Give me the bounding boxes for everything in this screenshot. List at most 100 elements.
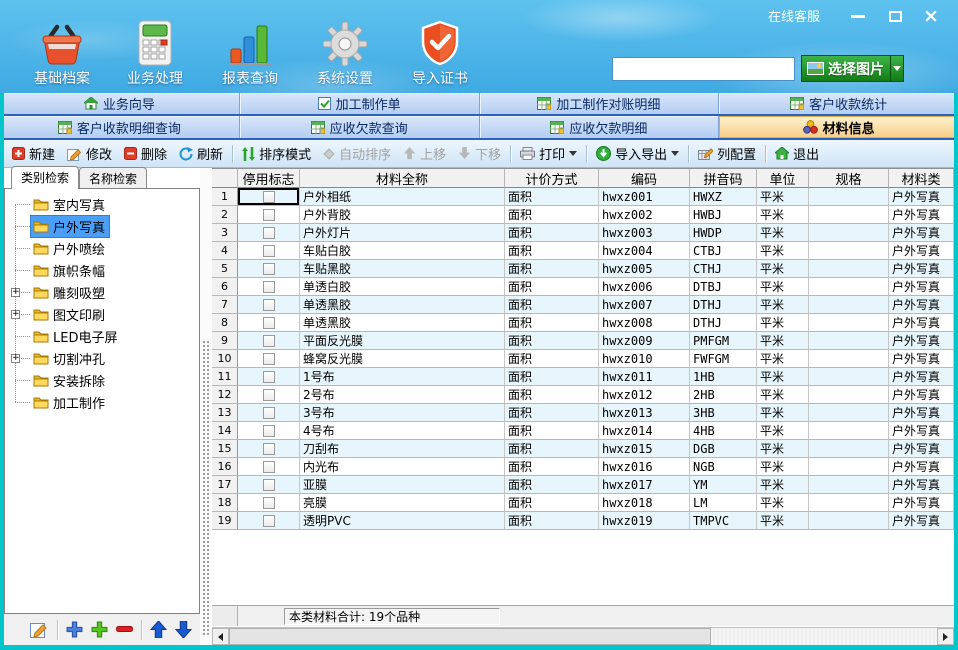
disable-flag-cell[interactable]	[238, 422, 300, 440]
table-row[interactable]: 13 3号布 面积 hwxz013 3HB 平米 户外写真	[212, 404, 954, 422]
material-category-cell[interactable]: 户外写真	[889, 206, 954, 224]
unit-cell[interactable]: 平米	[757, 422, 809, 440]
code-cell[interactable]: hwxz001	[599, 188, 690, 206]
material-category-cell[interactable]: 户外写真	[889, 188, 954, 206]
disable-flag-cell[interactable]	[238, 404, 300, 422]
disable-flag-cell[interactable]	[238, 368, 300, 386]
code-cell[interactable]: hwxz013	[599, 404, 690, 422]
pricing-method-cell[interactable]: 面积	[505, 242, 599, 260]
code-cell[interactable]: hwxz003	[599, 224, 690, 242]
pinyin-code-cell[interactable]: LM	[690, 494, 757, 512]
pinyin-code-cell[interactable]: PMFGM	[690, 332, 757, 350]
unit-cell[interactable]: 平米	[757, 404, 809, 422]
material-category-cell[interactable]: 户外写真	[889, 314, 954, 332]
header-spec[interactable]: 规格	[809, 169, 889, 188]
disable-flag-cell[interactable]	[238, 242, 300, 260]
move-up-button[interactable]: 上移	[397, 142, 452, 165]
spec-cell[interactable]	[809, 332, 889, 350]
tree-item[interactable]: + 切割冲孔	[5, 347, 199, 369]
pinyin-code-cell[interactable]: CTBJ	[690, 242, 757, 260]
table-row[interactable]: 19 透明PVC 面积 hwxz019 TMPVC 平米 户外写真	[212, 512, 954, 530]
disable-flag-cell[interactable]	[238, 440, 300, 458]
spec-cell[interactable]	[809, 314, 889, 332]
material-name-cell[interactable]: 亮膜	[300, 494, 505, 512]
tab-receivables-query[interactable]: 应收欠款查询	[240, 116, 480, 138]
material-name-cell[interactable]: 单透白胶	[300, 278, 505, 296]
material-category-cell[interactable]: 户外写真	[889, 332, 954, 350]
table-row[interactable]: 15 刀刮布 面积 hwxz015 DGB 平米 户外写真	[212, 440, 954, 458]
table-row[interactable]: 14 4号布 面积 hwxz014 4HB 平米 户外写真	[212, 422, 954, 440]
new-button[interactable]: 新建	[6, 142, 61, 165]
material-name-cell[interactable]: 4号布	[300, 422, 505, 440]
unit-cell[interactable]: 平米	[757, 188, 809, 206]
sidebar-splitter[interactable]	[200, 168, 212, 645]
nav-system-settings[interactable]: 系统设置	[297, 18, 393, 88]
code-cell[interactable]: hwxz015	[599, 440, 690, 458]
expand-plus-icon[interactable]: +	[11, 310, 20, 319]
pinyin-code-cell[interactable]: NGB	[690, 458, 757, 476]
material-name-cell[interactable]: 户外相纸	[300, 188, 505, 206]
material-category-cell[interactable]: 户外写真	[889, 224, 954, 242]
pricing-method-cell[interactable]: 面积	[505, 476, 599, 494]
nav-report-query[interactable]: 报表查询	[202, 18, 298, 88]
disable-flag-checkbox[interactable]	[263, 515, 275, 527]
tab-material-info[interactable]: 材料信息	[719, 116, 958, 138]
code-cell[interactable]: hwxz016	[599, 458, 690, 476]
pinyin-code-cell[interactable]: 2HB	[690, 386, 757, 404]
pinyin-code-cell[interactable]: 3HB	[690, 404, 757, 422]
tree-item-wrap[interactable]: 户外写真	[31, 216, 109, 237]
header-material-name[interactable]: 材料全称	[300, 169, 505, 188]
spec-cell[interactable]	[809, 368, 889, 386]
unit-cell[interactable]: 平米	[757, 512, 809, 530]
pricing-method-cell[interactable]: 面积	[505, 314, 599, 332]
disable-flag-cell[interactable]	[238, 386, 300, 404]
unit-cell[interactable]: 平米	[757, 368, 809, 386]
tree-item[interactable]: + 旗帜条幅	[5, 259, 199, 281]
disable-flag-checkbox[interactable]	[263, 281, 275, 293]
table-row[interactable]: 16 内光布 面积 hwxz016 NGB 平米 户外写真	[212, 458, 954, 476]
spec-cell[interactable]	[809, 350, 889, 368]
move-down-button[interactable]: 下移	[452, 142, 507, 165]
unit-cell[interactable]: 平米	[757, 260, 809, 278]
unit-cell[interactable]: 平米	[757, 296, 809, 314]
code-cell[interactable]: hwxz004	[599, 242, 690, 260]
disable-flag-checkbox[interactable]	[263, 209, 275, 221]
material-name-cell[interactable]: 亚膜	[300, 476, 505, 494]
pricing-method-cell[interactable]: 面积	[505, 260, 599, 278]
disable-flag-cell[interactable]	[238, 494, 300, 512]
close-button[interactable]: ×	[918, 6, 944, 26]
material-name-cell[interactable]: 车贴白胶	[300, 242, 505, 260]
disable-flag-cell[interactable]	[238, 314, 300, 332]
image-path-input[interactable]	[612, 57, 795, 81]
pinyin-code-cell[interactable]: TMPVC	[690, 512, 757, 530]
unit-cell[interactable]: 平米	[757, 314, 809, 332]
header-code[interactable]: 编码	[599, 169, 690, 188]
disable-flag-cell[interactable]	[238, 296, 300, 314]
disable-flag-checkbox[interactable]	[263, 497, 275, 509]
material-name-cell[interactable]: 内光布	[300, 458, 505, 476]
disable-flag-checkbox[interactable]	[263, 191, 275, 203]
material-name-cell[interactable]: 单透黑胶	[300, 314, 505, 332]
pricing-method-cell[interactable]: 面积	[505, 458, 599, 476]
pinyin-code-cell[interactable]: DTHJ	[690, 314, 757, 332]
tree-item-wrap[interactable]: 图文印刷	[31, 304, 109, 325]
table-row[interactable]: 3 户外灯片 面积 hwxz003 HWDP 平米 户外写真	[212, 224, 954, 242]
disable-flag-checkbox[interactable]	[263, 317, 275, 329]
material-name-cell[interactable]: 单透黑胶	[300, 296, 505, 314]
unit-cell[interactable]: 平米	[757, 350, 809, 368]
nav-import-certificate[interactable]: 导入证书	[392, 18, 488, 88]
table-row[interactable]: 12 2号布 面积 hwxz012 2HB 平米 户外写真	[212, 386, 954, 404]
pinyin-code-cell[interactable]: 1HB	[690, 368, 757, 386]
disable-flag-cell[interactable]	[238, 332, 300, 350]
code-cell[interactable]: hwxz018	[599, 494, 690, 512]
material-category-cell[interactable]: 户外写真	[889, 296, 954, 314]
tab-production-statement-detail[interactable]: 加工制作对账明细	[480, 93, 720, 114]
pricing-method-cell[interactable]: 面积	[505, 188, 599, 206]
spec-cell[interactable]	[809, 188, 889, 206]
spec-cell[interactable]	[809, 512, 889, 530]
tree-item[interactable]: + 安装拆除	[5, 369, 199, 391]
unit-cell[interactable]: 平米	[757, 476, 809, 494]
code-cell[interactable]: hwxz009	[599, 332, 690, 350]
horizontal-scrollbar[interactable]	[212, 627, 954, 645]
tree-item-wrap[interactable]: 安装拆除	[31, 370, 109, 391]
